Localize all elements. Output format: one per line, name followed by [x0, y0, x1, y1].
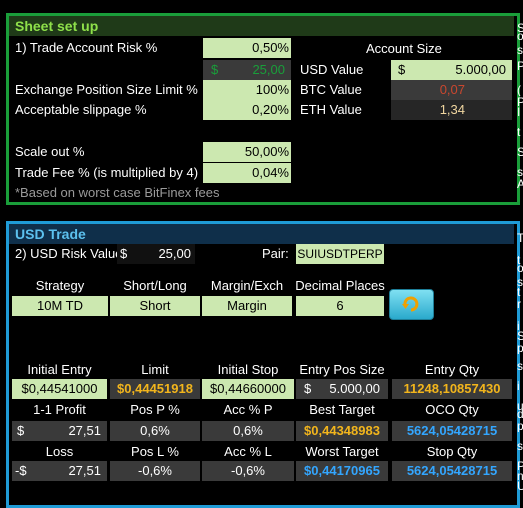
risk-dollar-sign: $ [211, 62, 219, 77]
worst-target-header: Worst Target [305, 444, 379, 459]
clipped-char: i [517, 380, 520, 392]
entry-pos-size-value: 5.000,00 [329, 381, 380, 396]
eth-value-label: ETH Value [300, 102, 362, 117]
clipped-char: o [517, 30, 523, 42]
one-one-profit-header: 1-1 Profit [33, 402, 86, 417]
usd-risk-value-amount: 25,00 [158, 246, 191, 261]
btc-value-label: BTC Value [300, 82, 362, 97]
oco-qty-header: OCO Qty [425, 402, 479, 417]
trade-fee-input[interactable]: 0,04% [203, 163, 291, 183]
clipped-char: T [517, 232, 523, 244]
pos-l-value: -0,6% [110, 461, 200, 481]
refresh-button[interactable] [389, 289, 434, 320]
clipped-char: S [517, 330, 523, 342]
initial-entry-header: Initial Entry [27, 362, 92, 377]
loss-cell: -$ 27,51 [12, 461, 107, 481]
profit-sign: $ [17, 423, 25, 438]
acc-p-header: Acc % P [223, 402, 273, 417]
clipped-char: P [517, 96, 523, 108]
usd-value-amount: 5.000,00 [455, 62, 506, 77]
clipped-char: S [517, 146, 523, 158]
best-target-header: Best Target [309, 402, 375, 417]
margin-select[interactable]: Margin [202, 296, 292, 316]
usd-risk-value-label: 2) USD Risk Value [15, 246, 117, 261]
usd-value-sign: $ [398, 62, 406, 77]
entry-pos-size-cell: $ 5.000,00 [296, 379, 388, 399]
refresh-arrow-icon [402, 296, 419, 312]
trade-account-risk-label: 1) Trade Account Risk % [15, 40, 158, 55]
exchange-limit-label: Exchange Position Size Limit % [15, 82, 198, 97]
margin-label: Margin/Exch [210, 278, 284, 293]
account-size-label: Account Size [366, 41, 442, 56]
decimals-label: Decimal Places [295, 278, 385, 293]
scale-out-input[interactable]: 50,00% [203, 142, 291, 162]
decimals-input[interactable]: 6 [296, 296, 384, 316]
slippage-input[interactable]: 0,20% [203, 100, 291, 120]
clipped-char: s [517, 440, 523, 452]
clipped-char: s [517, 44, 523, 56]
pos-l-header: Pos L % [131, 444, 179, 459]
slippage-label: Acceptable slippage % [15, 102, 147, 117]
usd-value-input[interactable]: $ 5.000,00 [391, 60, 512, 80]
initial-stop-input[interactable]: $0,44660000 [202, 379, 294, 399]
stop-qty-header: Stop Qty [426, 444, 478, 459]
best-target-value: $0,44348983 [296, 421, 388, 441]
entry-qty-value: 11248,10857430 [392, 379, 512, 399]
clipped-char: ( [517, 84, 521, 96]
worst-target-value: $0,44170965 [296, 461, 388, 481]
usd-risk-value-sign: $ [120, 246, 128, 261]
clipped-char: P [517, 60, 523, 72]
strategy-label: Strategy [35, 278, 85, 293]
loss-header: Loss [45, 444, 74, 459]
acc-p-value: 0,6% [202, 421, 294, 441]
btc-value: 0,07 [391, 80, 512, 100]
initial-stop-header: Initial Stop [217, 362, 279, 377]
trade-fee-label: Trade Fee % (is multiplied by 4) [15, 165, 199, 180]
clipped-char: A [517, 178, 523, 190]
one-one-profit-cell: $ 27,51 [12, 421, 107, 441]
trade-account-risk-input[interactable]: 0,50% [203, 38, 291, 58]
profit-value: 27,51 [68, 423, 101, 438]
pos-p-header: Pos P % [130, 402, 180, 417]
clipped-char: d [517, 408, 523, 420]
acc-l-value: -0,6% [202, 461, 294, 481]
scale-out-label: Scale out % [15, 144, 85, 159]
usd-value-label: USD Value [300, 62, 364, 77]
entry-pos-size-sign: $ [304, 381, 312, 396]
clipped-char: t [517, 286, 521, 298]
loss-value: 27,51 [68, 463, 101, 478]
limit-header: Limit [141, 362, 169, 377]
pair-input[interactable]: SUIUSDTPERP [296, 244, 384, 264]
fees-note: *Based on worst case BitFinex fees [15, 185, 220, 200]
clipped-char: n [517, 470, 523, 482]
entry-qty-header: Entry Qty [424, 362, 480, 377]
risk-dollar-cell: $ 25,00 [203, 60, 291, 80]
loss-sign: -$ [15, 463, 27, 478]
limit-value: $0,44451918 [110, 379, 200, 399]
initial-entry-input[interactable]: $0,44541000 [12, 379, 107, 399]
clipped-char: o [517, 262, 523, 274]
acc-l-header: Acc % L [224, 444, 272, 459]
oco-qty-value: 5624,05428715 [392, 421, 512, 441]
clipped-char: s [517, 166, 523, 178]
direction-select[interactable]: Short [110, 296, 200, 316]
clipped-char: s [517, 360, 523, 372]
clipped-char: t [517, 126, 521, 138]
direction-label: Short/Long [123, 278, 187, 293]
clipped-char: p [517, 342, 523, 354]
usd-risk-value-cell: $ 25,00 [117, 244, 195, 264]
pos-p-value: 0,6% [110, 421, 200, 441]
eth-value: 1,34 [391, 100, 512, 120]
exchange-limit-input[interactable]: 100% [203, 80, 291, 100]
stop-qty-value: 5624,05428715 [392, 461, 512, 481]
pair-label: Pair: [262, 246, 289, 261]
sheet-setup-title: Sheet set up [9, 16, 514, 36]
clipped-char: p [517, 420, 523, 432]
clipped-char: r [517, 298, 521, 310]
strategy-select[interactable]: 10M TD [12, 296, 108, 316]
entry-pos-size-header: Entry Pos Size [299, 362, 385, 377]
risk-dollar-value: 25,00 [252, 62, 285, 77]
usd-trade-title: USD Trade [9, 224, 514, 244]
